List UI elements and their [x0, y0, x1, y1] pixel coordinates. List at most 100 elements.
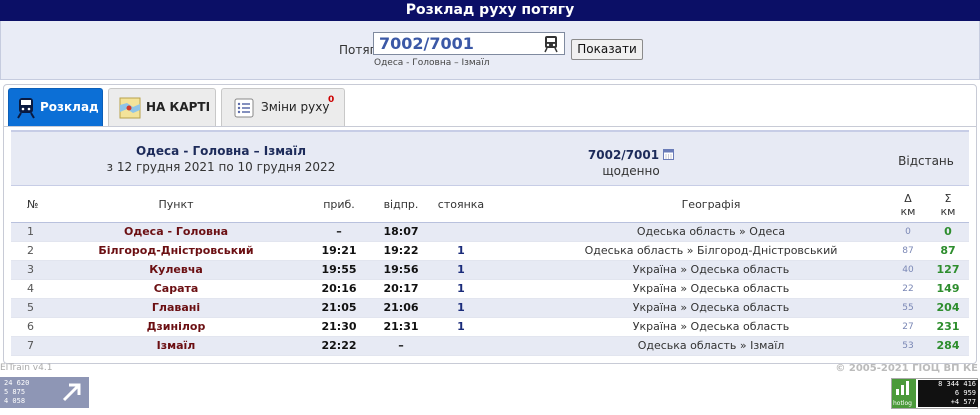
col-number: №: [27, 198, 39, 211]
schedule-panel: Розклад НА КАРТІ Зміни руху 0 Одеса - Го…: [3, 84, 977, 364]
col-stop: стоянка: [437, 198, 485, 211]
stop-duration: 1: [457, 301, 465, 314]
total-km: 284: [936, 339, 960, 352]
total-km: 87: [940, 244, 956, 257]
station-link[interactable]: Ізмаїл: [81, 337, 271, 355]
total-km: 231: [936, 320, 960, 333]
arrival-time: 21:30: [321, 320, 357, 333]
row-number: 6: [27, 320, 34, 333]
row-number: 7: [27, 339, 34, 352]
tab-changes[interactable]: Зміни руху 0: [221, 88, 345, 126]
table-row: 4 Сарата 20:16 20:17 1 Україна » Одеська…: [11, 280, 969, 299]
sum-unit: км: [940, 205, 956, 218]
delta-km: 55: [902, 303, 914, 313]
table-row: 7 Ізмаїл 22:22 – Одеська область » Ізмаї…: [11, 337, 969, 356]
delta-km: 87: [902, 246, 914, 256]
train-icon[interactable]: [542, 35, 560, 53]
counter-value: 4 058: [4, 397, 26, 405]
arrival-time: 22:22: [321, 339, 357, 352]
tab-schedule[interactable]: Розклад: [8, 88, 103, 126]
departure-time: 19:22: [383, 244, 419, 257]
table-row: 3 Кулевча 19:55 19:56 1 Україна » Одеськ…: [11, 261, 969, 280]
sum-symbol: Σ: [944, 192, 952, 205]
total-km: 0: [944, 225, 952, 238]
hotlog-stat: +4 577: [950, 398, 976, 406]
row-number: 1: [27, 225, 34, 238]
train-search-bar: Потяг 7002/7001 Одеса - Головна – Ізмаїл…: [0, 21, 980, 80]
tab-schedule-label: Розклад: [40, 100, 99, 114]
delta-km: 22: [902, 284, 914, 294]
visit-counter[interactable]: 24 620 5 875 4 058: [0, 377, 89, 408]
hotlog-stats: 8 344 416 6 959 +4 577: [918, 380, 978, 407]
route-title: Одеса - Головна – Ізмаїл: [135, 144, 307, 158]
stop-duration: 1: [457, 282, 465, 295]
table-body: 1 Одеса - Головна – 18:07 Одеська област…: [11, 223, 969, 356]
table-row: 5 Главані 21:05 21:06 1 Україна » Одеськ…: [11, 299, 969, 318]
copyright: © 2005-2021 ГІОЦ ВП КЕ: [835, 363, 978, 374]
departure-time: 21:31: [383, 320, 419, 333]
row-number: 4: [27, 282, 34, 295]
col-station: Пункт: [158, 198, 194, 211]
arrow-up-right-icon: [62, 383, 81, 402]
departure-time: 18:07: [383, 225, 419, 238]
bar-chart-icon: [896, 381, 909, 395]
train-label: Потяг: [339, 43, 376, 57]
station-link[interactable]: Білгород-Дністровський: [81, 242, 271, 260]
total-km: 127: [936, 263, 960, 276]
geography: Україна » Одеська область: [632, 320, 790, 333]
train-number-value: 7002/7001: [379, 34, 474, 53]
col-arrival: приб.: [323, 198, 355, 211]
counter-value: 5 875: [4, 388, 26, 396]
tab-map[interactable]: НА КАРТІ: [108, 88, 216, 126]
delta-unit: км: [900, 205, 916, 218]
table-row: 6 Дзинілор 21:30 21:31 1 Україна » Одесь…: [11, 318, 969, 337]
departure-time: 20:17: [383, 282, 419, 295]
list-icon: [234, 98, 254, 118]
station-link[interactable]: Дзинілор: [81, 318, 271, 336]
distance-header: Відстань: [898, 154, 954, 168]
table-row: 1 Одеса - Головна – 18:07 Одеська област…: [11, 223, 969, 242]
hotlog-counter[interactable]: hotlog 8 344 416 6 959 +4 577: [891, 378, 978, 409]
station-link[interactable]: Сарата: [81, 280, 271, 298]
arrival-time: 20:16: [321, 282, 357, 295]
departure-time: –: [398, 339, 404, 352]
geography: Одеська область » Одеса: [636, 225, 786, 238]
arrival-time: 19:55: [321, 263, 357, 276]
delta-km: 0: [905, 227, 911, 237]
station-link[interactable]: Главані: [81, 299, 271, 317]
train-icon: [17, 98, 35, 119]
train-number-text: 7002/7001: [587, 148, 660, 162]
delta-km: 53: [902, 341, 914, 351]
station-link[interactable]: Одеса - Головна: [81, 223, 271, 241]
geography: Україна » Одеська область: [632, 301, 790, 314]
show-button[interactable]: Показати: [571, 39, 643, 60]
delta-symbol: Δ: [904, 192, 912, 205]
geography: Україна » Одеська область: [632, 263, 790, 276]
train-frequency: щоденно: [602, 164, 660, 178]
total-km: 204: [936, 301, 960, 314]
arrival-time: 19:21: [321, 244, 357, 257]
hotlog-stat: 6 959: [954, 389, 976, 397]
departure-time: 19:56: [383, 263, 419, 276]
col-departure: відпр.: [383, 198, 419, 211]
train-route-hint: Одеса - Головна – Ізмаїл: [374, 58, 490, 68]
delta-km: 40: [902, 265, 914, 275]
train-number-title: 7002/7001: [511, 148, 751, 162]
tab-bar: Розклад НА КАРТІ Зміни руху 0: [4, 85, 976, 127]
changes-count-badge: 0: [328, 95, 335, 105]
col-sum-km: Σкм: [933, 192, 963, 218]
arrival-time: –: [336, 225, 342, 238]
total-km: 149: [936, 282, 960, 295]
geography: Одеська область » Білгород-Дністровський: [584, 244, 838, 257]
stop-duration: 1: [457, 244, 465, 257]
calendar-icon[interactable]: [663, 149, 675, 160]
counter-values: 24 620 5 875 4 058: [4, 379, 29, 406]
departure-time: 21:06: [383, 301, 419, 314]
delta-km: 27: [902, 322, 914, 332]
train-number-input[interactable]: 7002/7001: [373, 32, 565, 55]
geography: Одеська область » Ізмаїл: [637, 339, 785, 352]
table-header-row: № Пункт приб. відпр. стоянка Географія Δ…: [11, 185, 969, 224]
table-row: 2 Білгород-Дністровський 19:21 19:22 1 О…: [11, 242, 969, 261]
station-link[interactable]: Кулевча: [81, 261, 271, 279]
arrival-time: 21:05: [321, 301, 357, 314]
